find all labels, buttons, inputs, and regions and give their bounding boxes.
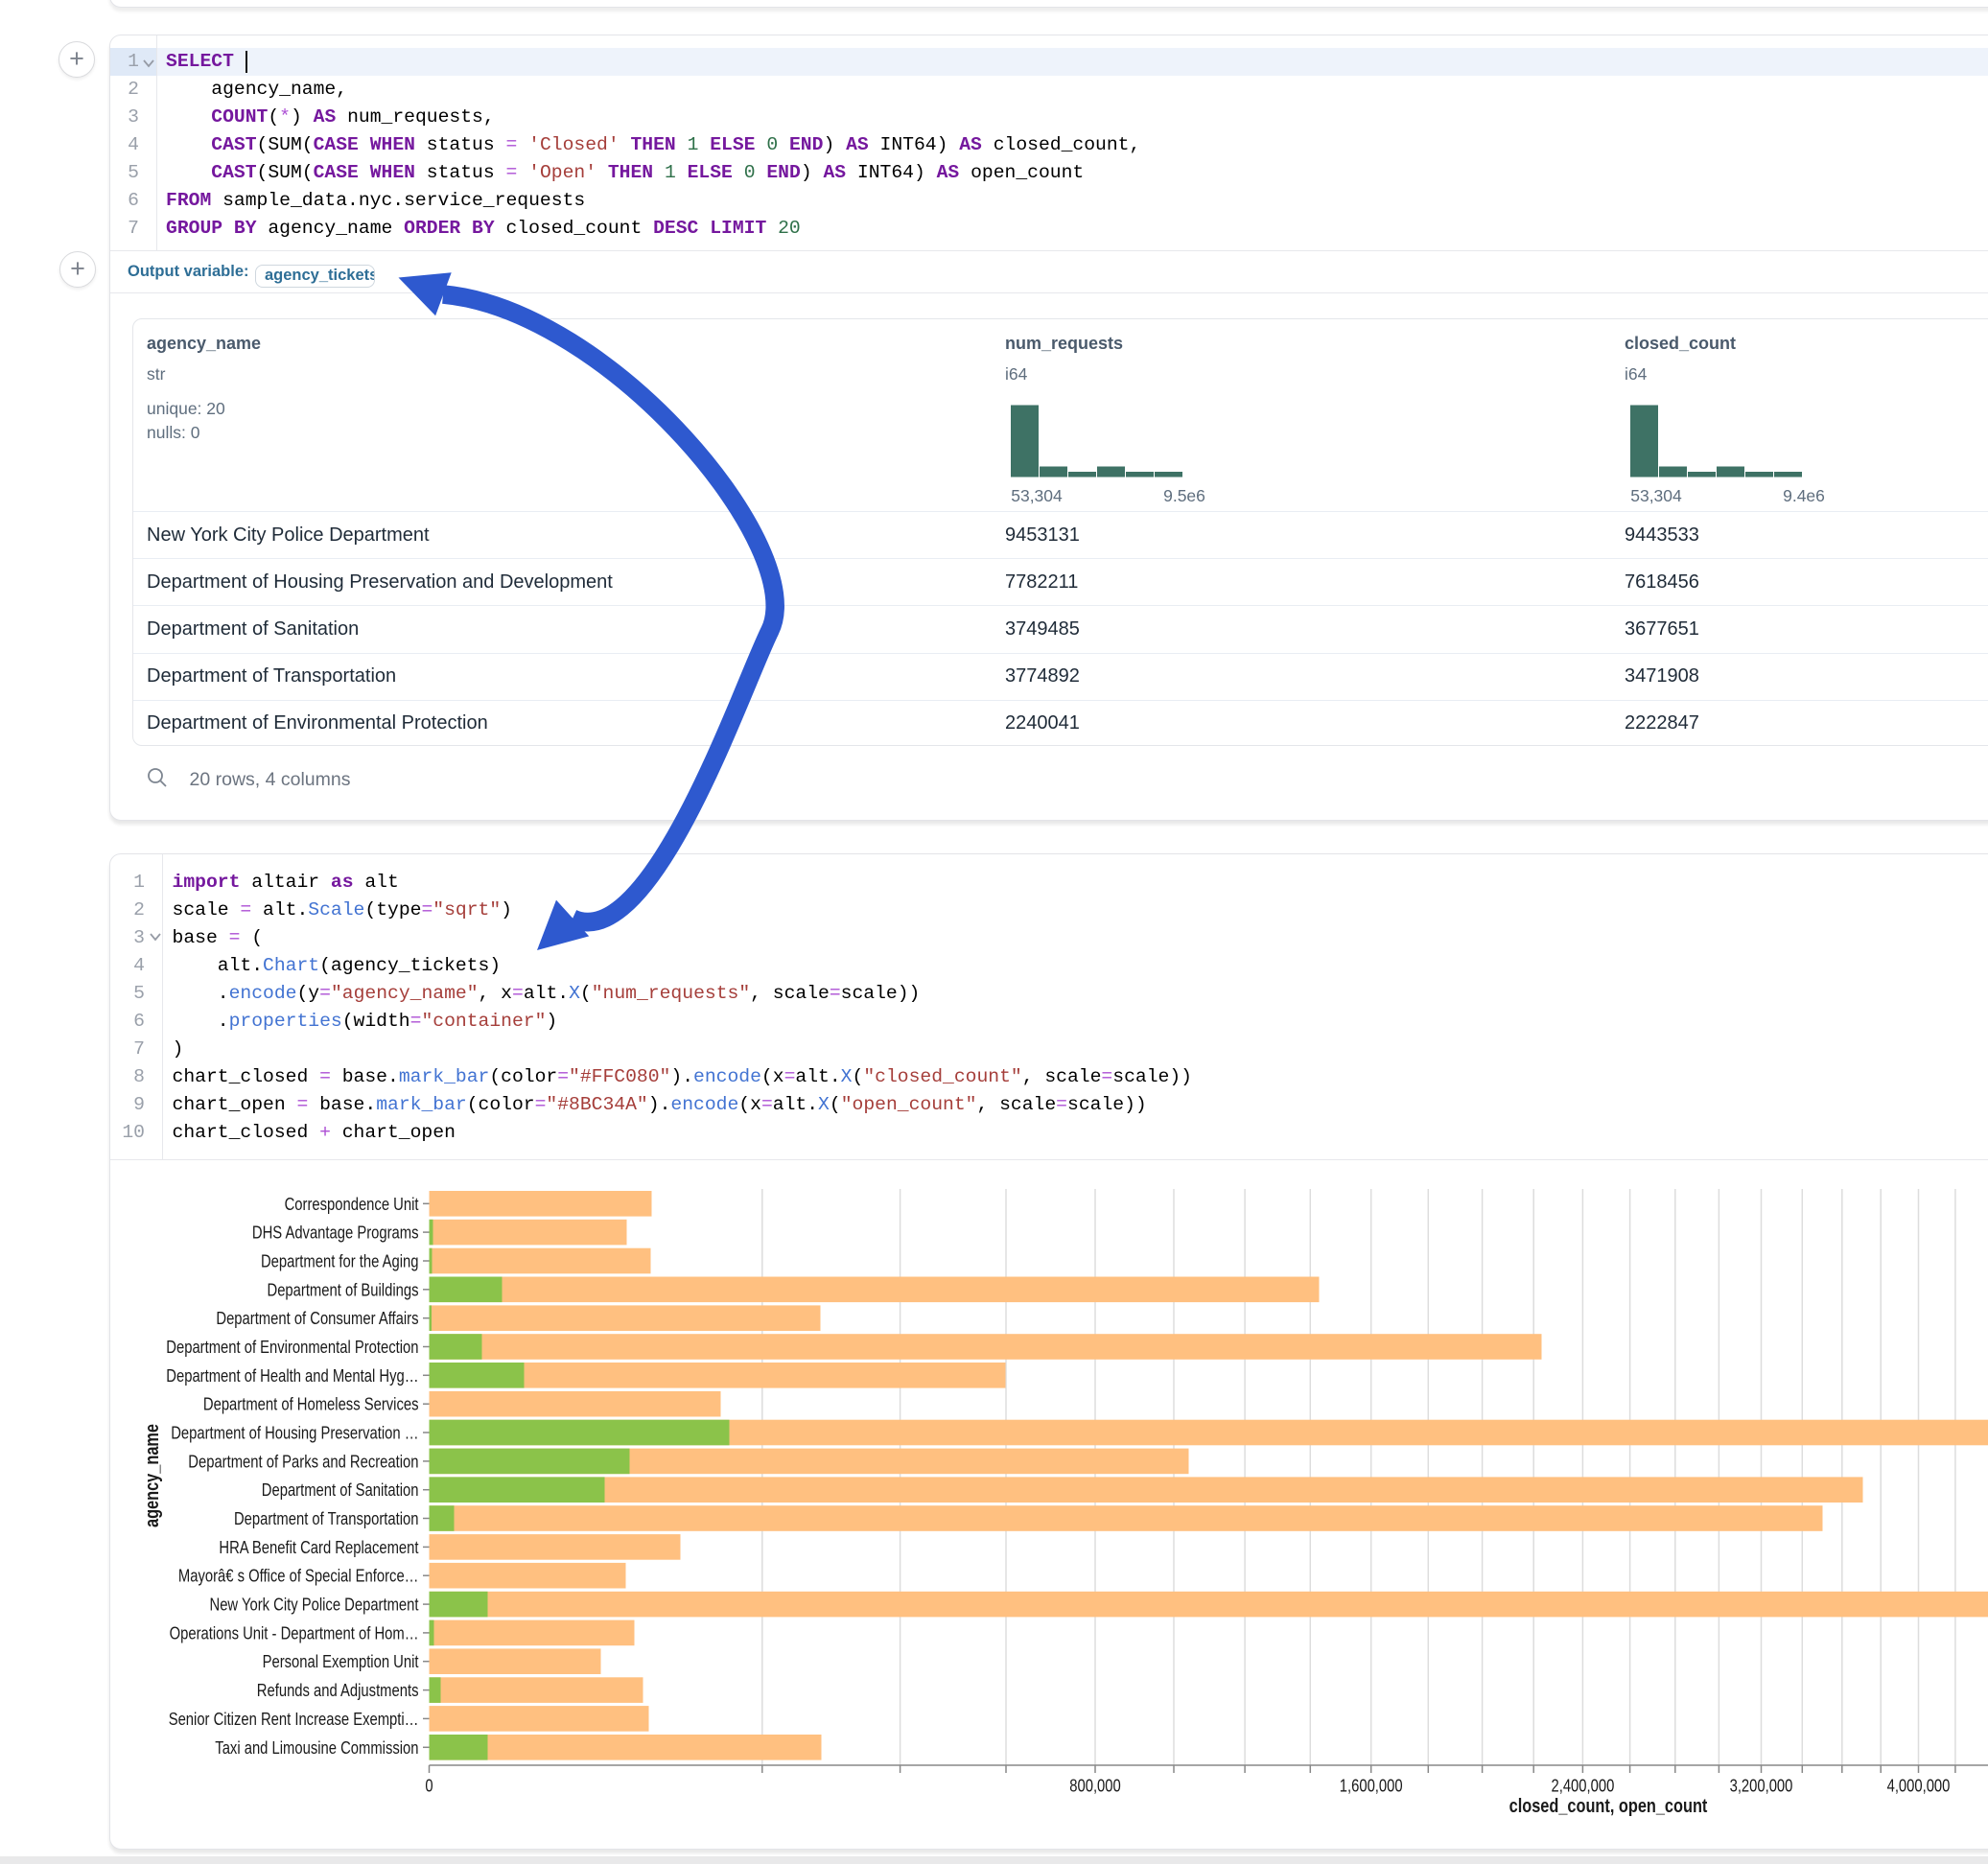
svg-text:New York City Police Departmen: New York City Police Department (210, 1595, 419, 1615)
svg-text:Department of Buildings: Department of Buildings (268, 1279, 419, 1299)
svg-text:800,000: 800,000 (1069, 1776, 1121, 1796)
svg-text:Refunds and Adjustments: Refunds and Adjustments (257, 1680, 419, 1700)
svg-text:Correspondence Unit: Correspondence Unit (285, 1194, 419, 1214)
svg-text:Department of Health and Menta: Department of Health and Mental Hyg… (166, 1365, 418, 1386)
svg-text:closed_count, open_count: closed_count, open_count (1509, 1796, 1708, 1817)
svg-text:Operations Unit - Department o: Operations Unit - Department of Hom… (170, 1622, 419, 1643)
svg-text:Department of Homeless Service: Department of Homeless Services (203, 1394, 419, 1414)
svg-text:Department of Consumer Affairs: Department of Consumer Affairs (216, 1308, 418, 1328)
svg-text:4,000,000: 4,000,000 (1887, 1776, 1951, 1796)
svg-text:Department of Transportation: Department of Transportation (234, 1508, 419, 1528)
svg-text:Department of Parks and Recrea: Department of Parks and Recreation (188, 1451, 418, 1471)
svg-text:Department of Environmental Pr: Department of Environmental Protection (166, 1337, 418, 1357)
svg-text:2,400,000: 2,400,000 (1552, 1776, 1615, 1796)
svg-text:DHS Advantage Programs: DHS Advantage Programs (252, 1223, 419, 1243)
svg-text:Taxi and Limousine Commission: Taxi and Limousine Commission (215, 1737, 418, 1758)
svg-text:Senior Citizen Rent Increase E: Senior Citizen Rent Increase Exempti… (169, 1709, 419, 1729)
svg-text:0: 0 (425, 1776, 433, 1796)
svg-text:1,600,000: 1,600,000 (1340, 1776, 1403, 1796)
svg-text:agency_name: agency_name (142, 1424, 163, 1527)
svg-text:Personal Exemption Unit: Personal Exemption Unit (263, 1651, 419, 1671)
svg-text:3,200,000: 3,200,000 (1730, 1776, 1793, 1796)
svg-text:Department for the Aging: Department for the Aging (261, 1251, 419, 1271)
svg-text:Department of Housing Preserva: Department of Housing Preservation … (171, 1423, 418, 1443)
svg-text:Mayorâ€ s Office of Special En: Mayorâ€ s Office of Special Enforce… (178, 1566, 419, 1586)
svg-text:Department of Sanitation: Department of Sanitation (262, 1480, 419, 1500)
svg-text:HRA Benefit Card Replacement: HRA Benefit Card Replacement (219, 1537, 418, 1557)
